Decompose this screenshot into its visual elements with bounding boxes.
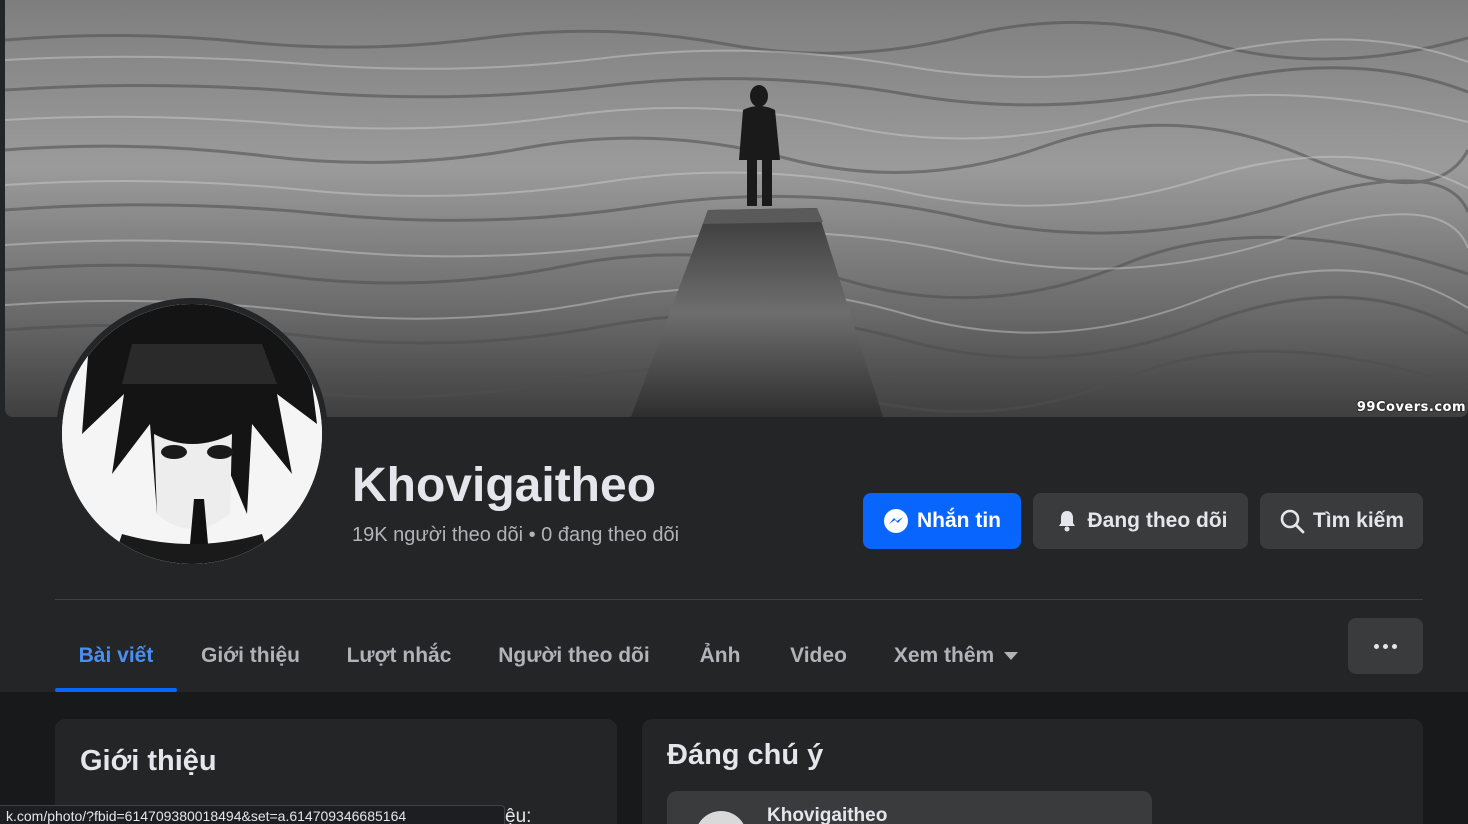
following-button[interactable]: Đang theo dõi — [1033, 493, 1248, 549]
profile-name: Khovigaitheo — [352, 459, 657, 512]
cover-watermark: 99Covers.com — [1356, 400, 1466, 415]
tab-posts[interactable]: Bài viết — [55, 620, 177, 692]
tab-videos[interactable]: Video — [766, 620, 871, 692]
caret-down-icon — [1004, 652, 1019, 660]
tab-about[interactable]: Giới thiệu — [177, 620, 324, 692]
active-tab-indicator — [55, 688, 177, 692]
more-options-button[interactable] — [1348, 618, 1423, 674]
tab-followers[interactable]: Người theo dõi — [474, 620, 674, 692]
search-icon — [1279, 508, 1305, 534]
message-button-label: Nhắn tin — [917, 509, 1001, 532]
ellipsis-icon — [1374, 643, 1379, 649]
avatar-image — [62, 304, 322, 564]
bell-icon — [1054, 508, 1080, 534]
featured-post-avatar — [695, 811, 747, 824]
featured-post-author[interactable]: Khovigaitheo — [767, 805, 887, 824]
intro-partial-text: ệu: — [505, 806, 532, 824]
tab-more[interactable]: Xem thêm — [871, 620, 1041, 692]
featured-card: Đáng chú ý Khovigaitheo — [642, 719, 1423, 824]
header-divider — [55, 599, 1423, 600]
following-button-label: Đang theo dõi — [1087, 509, 1228, 532]
tab-mentions[interactable]: Lượt nhắc — [324, 620, 474, 692]
profile-avatar[interactable] — [62, 304, 322, 564]
tab-more-label: Xem thêm — [893, 644, 995, 667]
message-button[interactable]: Nhắn tin — [863, 493, 1021, 549]
profile-page: 99Covers.com Khovigaitheo 19K người theo… — [0, 0, 1468, 824]
intro-title: Giới thiệu — [80, 745, 217, 777]
search-button[interactable]: Tìm kiếm — [1260, 493, 1423, 549]
featured-title: Đáng chú ý — [667, 739, 824, 771]
featured-post[interactable]: Khovigaitheo — [667, 791, 1152, 824]
link-status-bar: k.com/photo/?fbid=614709380018494&set=a.… — [0, 805, 505, 824]
tab-photos[interactable]: Ảnh — [674, 620, 766, 692]
search-button-label: Tìm kiếm — [1312, 509, 1405, 532]
profile-follower-stats[interactable]: 19K người theo dõi • 0 đang theo dõi — [352, 524, 679, 547]
messenger-icon — [883, 508, 909, 534]
